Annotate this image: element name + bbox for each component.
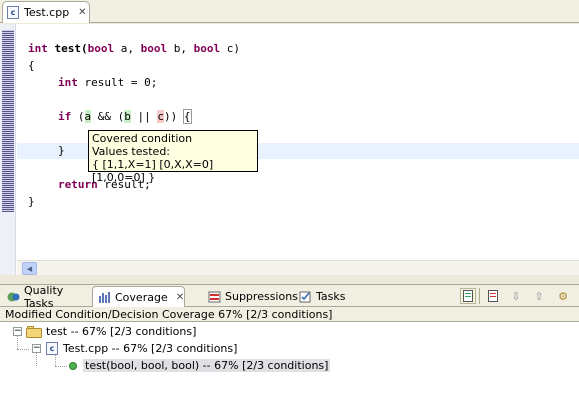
show-file-icon[interactable]: [460, 288, 476, 304]
coverage-strip: [2, 30, 14, 212]
tree-row-file[interactable]: − c Test.cpp -- 67% [2/3 conditions]: [32, 340, 237, 357]
tree-row-label: test(bool, bool, bool) -- 67% [2/3 condi…: [83, 359, 331, 372]
cpp-file-icon: c: [46, 342, 58, 355]
tooltip-values: { [1,1,X=1] [0,X,X=0] [1,0,0=0] }: [92, 158, 214, 184]
close-icon[interactable]: ✕: [78, 7, 86, 18]
tree-row-label: test -- 67% [2/3 conditions]: [46, 325, 197, 338]
coverage-tooltip: Covered condition Values tested: { [1,1,…: [88, 130, 258, 184]
condition-c-uncovered[interactable]: c: [157, 110, 164, 123]
editor-tab-label: Test.cpp: [24, 6, 70, 19]
tasks-icon: [299, 291, 312, 303]
code-line-7: }: [28, 195, 35, 208]
tree-row-label: Test.cpp -- 67% [2/3 conditions]: [63, 342, 238, 355]
code-editor[interactable]: int test(bool a, bool b, bool c) { int r…: [0, 24, 579, 275]
toolbar-separator: [479, 288, 480, 304]
tree-row-function[interactable]: test(bool, bool, bool) -- 67% [2/3 condi…: [69, 357, 331, 374]
code-line-4: if (a && (b || c)) {: [58, 109, 192, 124]
cpp-file-icon: c: [7, 6, 19, 19]
tooltip-subtitle: Values tested:: [92, 145, 171, 158]
horizontal-scrollbar[interactable]: ◀: [17, 260, 579, 275]
code-line-2: {: [28, 59, 35, 72]
tab-suppressions[interactable]: Suppressions: [203, 286, 298, 307]
tree-connector: [55, 366, 67, 367]
coverage-ruler: [0, 24, 16, 275]
editor-tab-bar: c Test.cpp ✕: [0, 0, 579, 23]
tab-quality-tasks[interactable]: Quality Tasks: [2, 284, 90, 310]
coverage-icon: [98, 291, 111, 303]
editor-tab-test-cpp[interactable]: c Test.cpp ✕: [2, 1, 90, 23]
previous-arrow-icon[interactable]: ⇧: [531, 288, 547, 304]
collapse-icon[interactable]: −: [32, 344, 41, 353]
tree-connector: [17, 349, 29, 350]
show-report-icon[interactable]: [485, 288, 501, 304]
coverage-tree[interactable]: − test -- 67% [2/3 conditions] − c Test.…: [0, 322, 579, 414]
views-tab-bar: Quality Tasks Coverage ✕ Suppressions Ta…: [0, 284, 579, 310]
collapse-icon[interactable]: −: [13, 327, 22, 336]
scroll-left-arrow-icon[interactable]: ◀: [22, 262, 37, 275]
coverage-summary-header: Modified Condition/Decision Coverage 67%…: [0, 307, 579, 322]
settings-gear-icon[interactable]: ⚙: [555, 288, 571, 304]
tab-tasks[interactable]: Tasks: [294, 286, 348, 307]
tab-coverage[interactable]: Coverage ✕: [92, 286, 185, 307]
next-arrow-icon[interactable]: ⇩: [508, 288, 524, 304]
tooltip-title: Covered condition: [92, 132, 193, 145]
suppressions-icon: [208, 291, 221, 303]
quality-tasks-icon: [7, 291, 20, 303]
condition-b-covered[interactable]: b: [124, 110, 131, 123]
function-dot-icon: [69, 361, 77, 370]
code-line-5: }: [58, 144, 65, 157]
project-folder-icon: [26, 325, 42, 338]
code-line-1: int test(bool a, bool b, bool c): [28, 42, 240, 55]
code-line-3: int result = 0;: [58, 76, 158, 89]
close-icon[interactable]: ✕: [176, 292, 184, 303]
tree-row-project[interactable]: − test -- 67% [2/3 conditions]: [13, 323, 196, 340]
